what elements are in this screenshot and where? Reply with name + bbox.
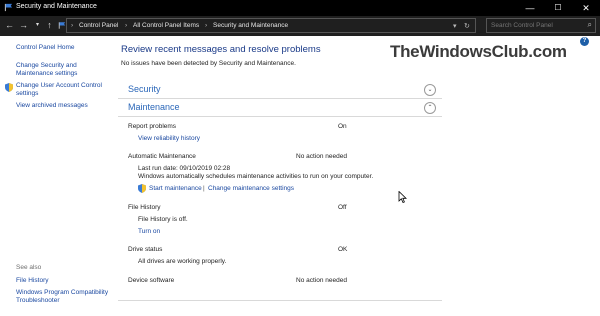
turn-on-file-history-link[interactable]: Turn on	[138, 228, 160, 235]
section-divider	[118, 300, 442, 301]
start-maintenance-link[interactable]: Start maintenance	[149, 185, 202, 192]
chevron-right-icon: ›	[205, 22, 208, 29]
maintenance-section-header[interactable]: Maintenance ⌃	[118, 100, 442, 117]
drive-status-value: OK	[338, 246, 348, 253]
breadcrumb-security-maintenance[interactable]: Security and Maintenance	[213, 22, 288, 29]
security-section-header[interactable]: Security ⌄	[118, 82, 442, 99]
auto-maintenance-description: Windows automatically schedules maintena…	[138, 173, 374, 180]
report-problems-label: Report problems	[128, 123, 177, 130]
shield-icon	[138, 184, 146, 193]
forward-arrow-icon[interactable]: →	[18, 20, 29, 31]
search-icon[interactable]: ⌕	[588, 20, 592, 30]
watermark: TheWindowsClub.com	[390, 42, 567, 61]
chevron-right-icon: ›	[125, 22, 128, 29]
up-arrow-icon[interactable]: ↑	[44, 20, 55, 31]
address-bar: ← → ▾ ↑ › Control Panel › All Control Pa…	[0, 16, 600, 36]
report-problems-status: On	[338, 123, 347, 130]
close-button[interactable]: ✕	[572, 0, 600, 16]
window-title: Security and Maintenance	[16, 3, 97, 10]
page-title: Review recent messages and resolve probl…	[121, 44, 321, 55]
file-history-label: File History	[128, 204, 161, 211]
sidebar-item-archived[interactable]: View archived messages	[16, 102, 88, 110]
drive-status-description: All drives are working properly.	[138, 258, 227, 265]
view-reliability-history-link[interactable]: View reliability history	[138, 135, 200, 142]
chevron-down-icon[interactable]: ⌄	[424, 84, 436, 96]
flag-icon	[4, 3, 13, 12]
sidebar-item-change-settings[interactable]: Change Security and Maintenance settings	[16, 62, 106, 78]
maximize-button[interactable]: ☐	[544, 0, 572, 16]
dropdown-arrow-icon[interactable]: ▾	[453, 22, 457, 30]
file-history-status: Off	[338, 204, 347, 211]
back-arrow-icon[interactable]: ←	[4, 20, 15, 31]
link-separator: |	[203, 185, 205, 192]
main-content: Review recent messages and resolve probl…	[112, 36, 600, 316]
auto-maintenance-label: Automatic Maintenance	[128, 153, 196, 160]
auto-maintenance-status: No action needed	[296, 153, 347, 160]
refresh-icon[interactable]: ↻	[464, 22, 470, 30]
breadcrumb-all-items[interactable]: All Control Panel Items	[133, 22, 199, 29]
chevron-down-icon[interactable]: ▾	[32, 20, 43, 31]
device-software-label: Device software	[128, 277, 175, 284]
sidebar: Control Panel Home Change Security and M…	[0, 36, 112, 316]
sidebar-item-home[interactable]: Control Panel Home	[16, 44, 75, 52]
search-input[interactable]	[487, 19, 590, 32]
file-history-description: File History is off.	[138, 216, 188, 223]
chevron-up-icon[interactable]: ⌃	[424, 102, 436, 114]
breadcrumb[interactable]: › Control Panel › All Control Panel Item…	[66, 18, 476, 33]
mouse-cursor-icon	[398, 191, 407, 203]
minimize-button[interactable]: —	[516, 0, 544, 16]
sidebar-item-file-history[interactable]: File History	[16, 277, 49, 285]
device-software-status: No action needed	[296, 277, 347, 284]
maintenance-label: Maintenance	[128, 102, 180, 112]
title-bar: Security and Maintenance — ☐ ✕	[0, 0, 600, 16]
security-label: Security	[128, 84, 161, 94]
chevron-right-icon: ›	[71, 22, 74, 29]
drive-status-label: Drive status	[128, 246, 163, 253]
breadcrumb-control-panel[interactable]: Control Panel	[79, 22, 118, 29]
page-subtitle: No issues have been detected by Security…	[121, 60, 296, 67]
flag-icon	[58, 22, 66, 29]
change-maintenance-settings-link[interactable]: Change maintenance settings	[208, 185, 294, 192]
see-also-heading: See also	[16, 264, 42, 271]
sidebar-item-compat-troubleshooter[interactable]: Windows Program Compatibility Troublesho…	[16, 289, 110, 305]
last-run-date: Last run date: 09/10/2019 02:28	[138, 165, 231, 172]
sidebar-item-uac[interactable]: Change User Account Control settings	[16, 82, 108, 98]
search-box: ⌕	[486, 18, 596, 33]
shield-icon	[5, 83, 13, 92]
